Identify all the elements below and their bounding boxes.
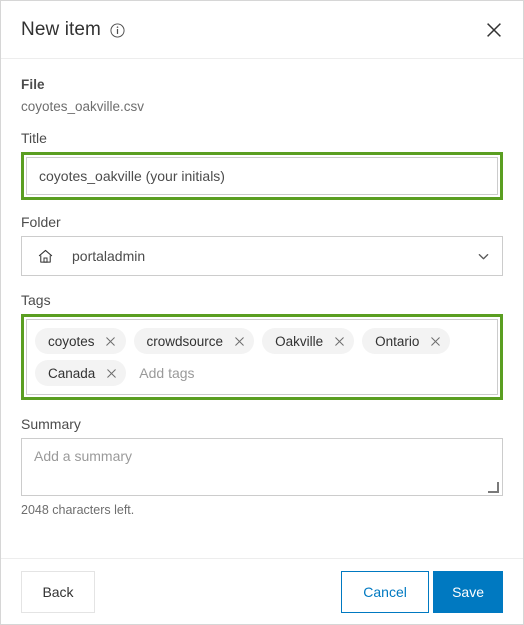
- summary-placeholder: Add a summary: [34, 448, 133, 464]
- dialog-body: File coyotes_oakville.csv Title coyotes_…: [1, 59, 523, 558]
- file-label: File: [21, 77, 45, 92]
- new-item-dialog: New item File coyotes_oakville.csv Title…: [0, 0, 524, 625]
- add-tags-input[interactable]: Add tags: [134, 365, 489, 381]
- save-button[interactable]: Save: [433, 570, 503, 613]
- tag-chip[interactable]: Ontario: [362, 328, 451, 354]
- home-icon: [36, 247, 54, 265]
- tag-chip-label: Ontario: [375, 333, 420, 349]
- tag-chip[interactable]: Canada: [35, 360, 127, 386]
- title-input-value: coyotes_oakville (your initials): [39, 168, 225, 184]
- tags-highlight-box: coyotes crowdsource Oakville Ontario Can…: [21, 314, 503, 400]
- tag-chip[interactable]: crowdsource: [133, 328, 255, 354]
- summary-textarea[interactable]: Add a summary: [21, 438, 503, 496]
- tags-label: Tags: [21, 292, 51, 308]
- tag-chip-label: Oakville: [275, 333, 324, 349]
- summary-char-count: 2048 characters left.: [21, 503, 135, 517]
- tag-chip[interactable]: Oakville: [262, 328, 355, 354]
- chevron-down-icon: [476, 249, 490, 263]
- tag-remove-icon[interactable]: [232, 334, 246, 348]
- close-icon[interactable]: [483, 19, 505, 41]
- page-title: New item: [21, 18, 101, 40]
- folder-label: Folder: [21, 214, 61, 230]
- tag-chip-label: coyotes: [48, 333, 95, 349]
- file-name-value: coyotes_oakville.csv: [21, 99, 145, 114]
- tag-chip-label: crowdsource: [146, 333, 224, 349]
- title-input[interactable]: coyotes_oakville (your initials): [26, 157, 498, 195]
- folder-select[interactable]: portaladmin: [21, 236, 503, 276]
- tag-remove-icon[interactable]: [428, 334, 442, 348]
- tag-remove-icon[interactable]: [104, 334, 118, 348]
- tag-chip-label: Canada: [48, 365, 96, 381]
- summary-label: Summary: [21, 416, 81, 432]
- tags-input-area[interactable]: coyotes crowdsource Oakville Ontario Can…: [26, 319, 498, 395]
- tag-remove-icon[interactable]: [104, 366, 118, 380]
- resize-handle-icon[interactable]: [488, 482, 499, 493]
- tag-remove-icon[interactable]: [332, 334, 346, 348]
- title-label: Title: [21, 130, 47, 146]
- info-circle-icon[interactable]: [110, 23, 125, 38]
- back-button[interactable]: Back: [21, 570, 95, 613]
- dialog-footer: Back Cancel Save: [1, 558, 523, 624]
- folder-select-value: portaladmin: [72, 248, 146, 264]
- title-highlight-box: coyotes_oakville (your initials): [21, 152, 503, 200]
- dialog-header: New item: [1, 1, 523, 59]
- cancel-button[interactable]: Cancel: [341, 570, 430, 613]
- tag-chip[interactable]: coyotes: [35, 328, 126, 354]
